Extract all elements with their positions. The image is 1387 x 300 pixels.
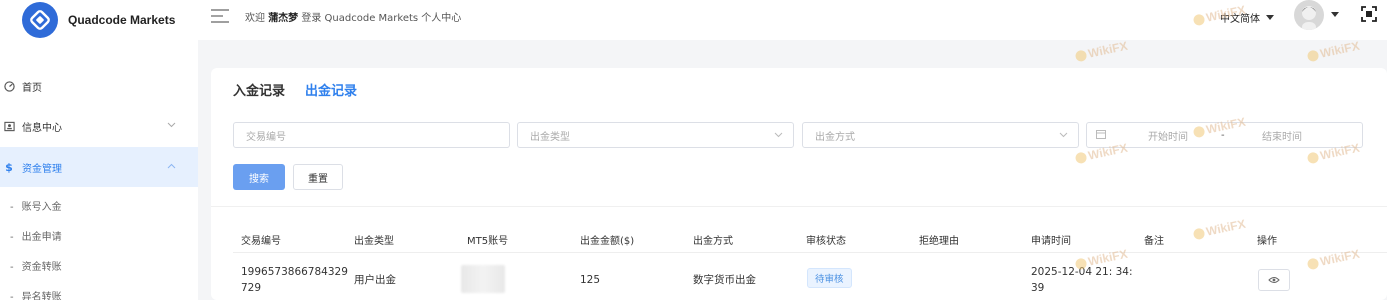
watermark-icon <box>1306 48 1320 62</box>
brand[interactable]: Quadcode Markets <box>0 0 198 40</box>
user-menu-caret-icon[interactable] <box>1331 10 1339 19</box>
column-header: 出金方式 <box>693 236 733 247</box>
watermark-text: WikiFX <box>1318 38 1361 61</box>
transaction-id-input[interactable]: 交易编号 <box>233 122 510 148</box>
brand-name: Quadcode Markets <box>68 13 176 27</box>
subitem-label: 资金转账 <box>21 262 62 273</box>
caret-down-icon <box>1266 12 1274 23</box>
sidebar-item-label: 信息中心 <box>22 122 62 134</box>
sidebar-item-label: 首页 <box>22 82 42 94</box>
calendar-icon <box>1096 129 1106 142</box>
chevron-down-icon <box>167 120 176 131</box>
placeholder-text: 出金方式 <box>815 131 855 143</box>
column-header: 出金金额($) <box>580 236 635 247</box>
reset-button[interactable]: 重置 <box>293 164 343 190</box>
column-header: 拒绝理由 <box>919 236 959 247</box>
dashboard-icon <box>2 79 16 93</box>
amount-cell: 125 <box>580 274 601 286</box>
quadcode-logo-icon <box>22 2 58 38</box>
id-card-icon <box>2 119 16 133</box>
watermark-icon <box>1074 48 1088 62</box>
start-date-placeholder: 开始时间 <box>1148 131 1188 143</box>
top-header: 欢迎 蒲杰梦 登录 Quadcode Markets 个人中心 中文简体 <box>198 0 1387 40</box>
apply-time-cell: 2025-12-04 21: 34: 39 <box>1031 264 1133 296</box>
withdraw-records-card: 入金记录 出金记录 交易编号 出金类型 出金方式 开始时间 - 结束时间 搜索 … <box>211 68 1387 300</box>
column-header: 审核状态 <box>806 236 846 247</box>
welcome-message: 欢迎 蒲杰梦 登录 Quadcode Markets 个人中心 <box>245 9 461 24</box>
sidebar-subitem-third-party-transfer[interactable]: - 异名转账 <box>10 288 62 300</box>
date-range-picker[interactable]: 开始时间 - 结束时间 <box>1086 122 1363 148</box>
bullet: - <box>10 292 14 300</box>
tab-withdraw-records[interactable]: 出金记录 <box>305 80 357 99</box>
fullscreen-icon[interactable] <box>1361 6 1377 25</box>
tab-deposit-records[interactable]: 入金记录 <box>233 80 285 99</box>
chevron-down-icon <box>774 130 783 141</box>
placeholder-text: 交易编号 <box>246 131 286 143</box>
search-button[interactable]: 搜索 <box>233 164 285 190</box>
divider <box>211 206 1387 207</box>
cell-text: 1996573866784329 <box>241 266 348 278</box>
watermark: WikiFX <box>1074 39 1129 64</box>
sidebar-item-funds[interactable]: $ 资金管理 <box>0 147 198 187</box>
date-separator: - <box>1221 129 1225 141</box>
view-details-button[interactable] <box>1258 269 1290 291</box>
column-header: MT5账号 <box>467 236 509 247</box>
username: 蒲杰梦 <box>268 13 299 24</box>
cell-text: 39 <box>1031 282 1045 294</box>
column-header: 操作 <box>1257 236 1277 247</box>
column-header: 出金类型 <box>354 236 394 247</box>
bullet: - <box>10 232 14 243</box>
menu-toggle-icon[interactable] <box>210 8 230 27</box>
welcome-suffix: 登录 Quadcode Markets 个人中心 <box>301 13 462 24</box>
column-header: 备注 <box>1144 236 1164 247</box>
sidebar-item-home[interactable]: 首页 <box>0 66 198 106</box>
status-badge: 待审核 <box>807 268 852 288</box>
withdraw-type-cell: 用户出金 <box>354 274 396 286</box>
watermark: WikiFX <box>1306 39 1361 64</box>
end-date-placeholder: 结束时间 <box>1262 131 1302 143</box>
sidebar-subitem-withdraw-request[interactable]: - 出金申请 <box>10 228 62 243</box>
bullet: - <box>10 202 14 213</box>
cell-text: 2025-12-04 21: 34: <box>1031 266 1133 278</box>
column-header: 申请时间 <box>1031 236 1071 247</box>
watermark-text: WikiFX <box>1086 38 1129 61</box>
subitem-label: 出金申请 <box>21 232 62 243</box>
transaction-id-cell: 1996573866784329 729 <box>241 264 348 296</box>
method-cell: 数字货币出金 <box>693 274 756 286</box>
cell-text: 729 <box>241 282 262 294</box>
subitem-label: 异名转账 <box>21 292 62 300</box>
language-label: 中文简体 <box>1220 14 1260 25</box>
sidebar-item-label: 资金管理 <box>22 163 62 175</box>
language-selector[interactable]: 中文简体 <box>1220 10 1274 25</box>
sidebar-subitem-deposit[interactable]: - 账号入金 <box>10 198 62 213</box>
subitem-label: 账号入金 <box>21 202 62 213</box>
withdraw-type-select[interactable]: 出金类型 <box>517 122 794 148</box>
eye-icon <box>1268 274 1280 287</box>
sidebar: Quadcode Markets 首页 信息中心 $ 资金管理 - 账号入金 -出… <box>0 0 198 300</box>
avatar[interactable] <box>1294 0 1324 30</box>
chevron-up-icon <box>167 161 176 172</box>
withdraw-method-select[interactable]: 出金方式 <box>802 122 1079 148</box>
mt5-account-redacted <box>461 265 505 293</box>
sidebar-subitem-transfer[interactable]: - 资金转账 <box>10 258 62 273</box>
sidebar-item-info-center[interactable]: 信息中心 <box>0 106 198 146</box>
placeholder-text: 出金类型 <box>530 131 570 143</box>
column-header: 交易编号 <box>241 236 281 247</box>
record-tabs: 入金记录 出金记录 <box>233 80 357 99</box>
chevron-down-icon <box>1059 130 1068 141</box>
bullet: - <box>10 262 14 273</box>
table-header-divider <box>233 252 1387 253</box>
dollar-icon: $ <box>5 160 13 174</box>
welcome-prefix: 欢迎 <box>245 13 265 24</box>
